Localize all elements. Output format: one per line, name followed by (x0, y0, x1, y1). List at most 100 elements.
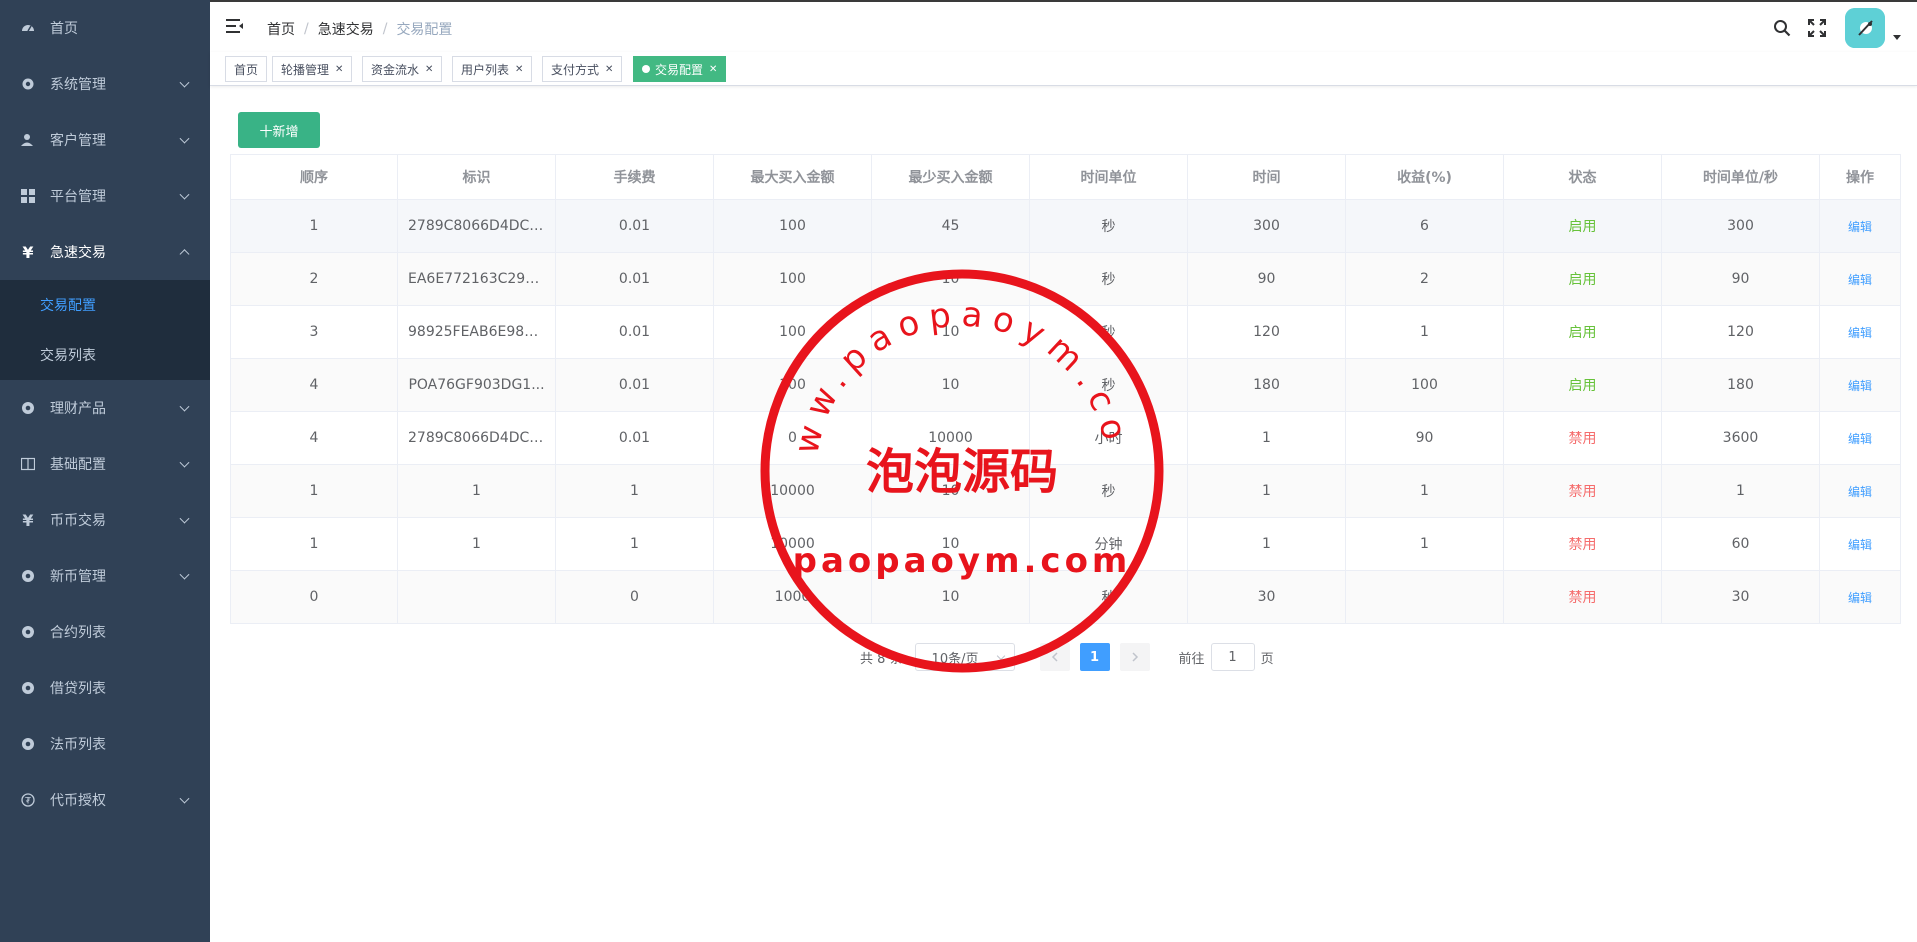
search-icon[interactable] (1771, 17, 1793, 39)
edit-button[interactable]: 编辑 (1848, 485, 1872, 499)
tag-home[interactable]: 首页 (225, 56, 268, 82)
table-row[interactable]: 4 POA76GF903DG1... 0.01 100 10 秒 180 100 启用 180 编辑 (230, 358, 1901, 412)
cell-time-unit: 秒 (1029, 570, 1188, 624)
sidebar-item-contract-list[interactable]: 合约列表 (0, 604, 210, 660)
cell-seconds: 1 (1661, 464, 1820, 518)
edit-button[interactable]: 编辑 (1848, 273, 1872, 287)
page-size-select[interactable]: 10条/页 (914, 643, 1015, 671)
pagination: 共 8 条 10条/页 1 前往 页 (860, 643, 1274, 671)
chevron-left-icon (1051, 652, 1058, 662)
sidebar-item-fast-trade[interactable]: ¥ 急速交易 (0, 224, 210, 280)
next-page-button[interactable] (1119, 643, 1150, 671)
cell-action: 编辑 (1819, 358, 1901, 412)
close-icon[interactable]: ✕ (335, 64, 343, 75)
sidebar-subitem-trade-list[interactable]: 交易列表 (0, 330, 210, 380)
sidebar-item-coin-trade[interactable]: ¥ 币币交易 (0, 492, 210, 548)
pagination-total: 共 8 条 (860, 651, 903, 667)
prev-page-button[interactable] (1039, 643, 1070, 671)
sidebar-item-fiat-list[interactable]: 法币列表 (0, 716, 210, 772)
add-button[interactable]: 十新增 (238, 112, 320, 148)
cell-time-unit: 小时 (1029, 411, 1188, 465)
fullscreen-icon[interactable] (1806, 17, 1828, 39)
sidebar-item-label: 首页 (50, 21, 78, 37)
column-header: 手续费 (555, 154, 714, 200)
cell-action: 编辑 (1819, 464, 1901, 518)
cell-yield: 2 (1345, 252, 1504, 306)
edit-button[interactable]: 编辑 (1848, 591, 1872, 605)
sidebar-item-finance[interactable]: 理财产品 (0, 380, 210, 436)
sidebar-item-basic-config[interactable]: 基础配置 (0, 436, 210, 492)
cell-max-buy: 0 (713, 411, 872, 465)
caret-down-icon[interactable] (1893, 34, 1901, 40)
sidebar-item-label: 法币列表 (50, 737, 106, 753)
tag-carousel[interactable]: 轮播管理 ✕ (272, 56, 353, 82)
table-row[interactable]: 3 98925FEAB6E981FA 0.01 100 10 秒 120 1 启用 120 编辑 (230, 305, 1901, 359)
table-row[interactable]: 1 1 1 10000 10 秒 1 1 禁用 1 编辑 (230, 464, 1901, 518)
sidebar-item-label: 新币管理 (50, 569, 106, 585)
breadcrumb: 首页 / 急速交易 / 交易配置 (267, 19, 452, 39)
cell-status: 禁用 (1503, 517, 1662, 571)
tag-trade-config[interactable]: 交易配置 ✕ (633, 56, 727, 82)
trade-config-table: 顺序 标识 手续费 最大买入金额 最少买入金额 时间单位 时间 收益(%) 状态 时间单位/秒 操作… (230, 154, 1901, 624)
status-badge: 禁用 (1568, 431, 1597, 447)
avatar[interactable] (1845, 8, 1885, 48)
page-number-button[interactable]: 1 (1079, 643, 1110, 671)
sidebar-subitem-label: 交易列表 (40, 348, 96, 364)
close-icon[interactable]: ✕ (709, 64, 717, 75)
cell-seconds: 60 (1661, 517, 1820, 571)
edit-button[interactable]: 编辑 (1848, 538, 1872, 552)
cell-fee: 0 (555, 570, 714, 624)
edit-button[interactable]: 编辑 (1848, 220, 1872, 234)
cell-status: 启用 (1503, 305, 1662, 359)
edit-button[interactable]: 编辑 (1848, 432, 1872, 446)
sidebar-item-loan-list[interactable]: 借贷列表 (0, 660, 210, 716)
table-row[interactable]: 1 1 1 10000 10 分钟 1 1 禁用 60 编辑 (230, 517, 1901, 571)
cell-fee: 0.01 (555, 411, 714, 465)
breadcrumb-item[interactable]: 首页 (267, 19, 295, 39)
tag-payment-method[interactable]: 支付方式 ✕ (542, 56, 623, 82)
yen-icon: ¥ (22, 510, 34, 530)
sidebar-item-system[interactable]: 系统管理 (0, 56, 210, 112)
page-jump-input[interactable] (1210, 643, 1255, 671)
cell-fee: 1 (555, 464, 714, 518)
table-row[interactable]: 1 2789C8066D4DC5... 0.01 100 45 秒 300 6 启用 300 编辑 (230, 199, 1901, 253)
cell-max-buy: 1000 (713, 570, 872, 624)
cell-max-buy: 100 (713, 305, 872, 359)
tag-fund-flow[interactable]: 资金流水 ✕ (362, 56, 443, 82)
yen-icon: ¥ (22, 242, 34, 262)
tag-label: 轮播管理 (281, 62, 330, 77)
table-row[interactable]: 2 EA6E772163C29134 0.01 100 10 秒 90 2 启用 90 编辑 (230, 252, 1901, 306)
sidebar-item-label: 代币授权 (50, 793, 106, 809)
add-button-label: 十新增 (259, 124, 299, 140)
chevron-down-icon (179, 133, 190, 144)
tag-user-list[interactable]: 用户列表 ✕ (452, 56, 533, 82)
table-row[interactable]: 4 2789C8066D4DC5... 0.01 0 10000 小时 1 90 禁用 3600 编… (230, 411, 1901, 465)
close-icon[interactable]: ✕ (425, 64, 433, 75)
column-header: 时间单位/秒 (1661, 154, 1820, 200)
cell-action: 编辑 (1819, 411, 1901, 465)
edit-button[interactable]: 编辑 (1848, 326, 1872, 340)
sidebar-item-customer[interactable]: 客户管理 (0, 112, 210, 168)
breadcrumb-item[interactable]: 急速交易 (318, 19, 374, 39)
sidebar-subitem-trade-config[interactable]: 交易配置 (0, 280, 210, 330)
close-icon[interactable]: ✕ (605, 64, 613, 75)
sidebar-item-platform[interactable]: 平台管理 (0, 168, 210, 224)
cell-max-buy: 100 (713, 252, 872, 306)
cell-min-buy: 45 (871, 199, 1030, 253)
table-row[interactable]: 0 0 1000 10 秒 30 禁用 30 编辑 (230, 570, 1901, 624)
settings-icon (20, 568, 36, 584)
close-icon[interactable]: ✕ (515, 64, 523, 75)
status-badge: 启用 (1568, 219, 1597, 235)
status-badge: 禁用 (1568, 484, 1597, 500)
edit-button[interactable]: 编辑 (1848, 379, 1872, 393)
column-header: 时间单位 (1029, 154, 1188, 200)
hamburger-icon[interactable] (226, 18, 244, 34)
cell-time: 90 (1187, 252, 1346, 306)
sidebar-item-home[interactable]: 首页 (0, 0, 210, 56)
sidebar-item-token-auth[interactable]: ₮ 代币授权 (0, 772, 210, 828)
chevron-down-icon (179, 793, 190, 804)
sidebar-item-new-coin[interactable]: 新币管理 (0, 548, 210, 604)
sidebar-item-label: 币币交易 (50, 513, 106, 529)
cell-order: 1 (230, 517, 398, 571)
sidebar-item-label: 理财产品 (50, 401, 106, 417)
